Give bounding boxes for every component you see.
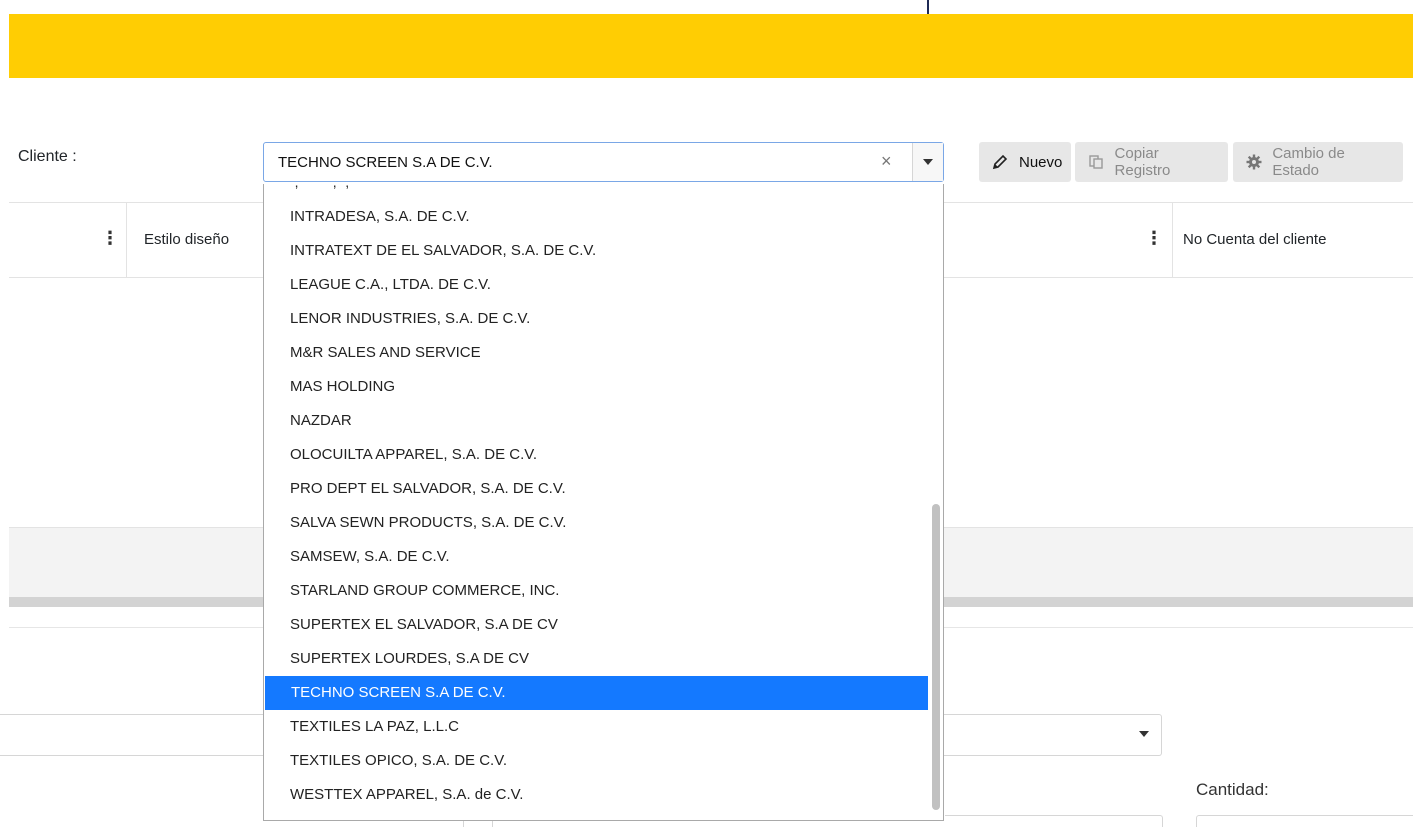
top-divider-line (927, 0, 929, 14)
dropdown-option[interactable]: TEXTILES OPICO, S.A. DE C.V. (264, 744, 928, 778)
gear-icon (1245, 153, 1262, 171)
dropdown-option[interactable]: INTRADESA, S.A. DE C.V. (264, 200, 928, 234)
caret-down-icon (923, 159, 933, 165)
column-separator[interactable] (1172, 203, 1173, 277)
dropdown-scroll-thumb[interactable] (932, 504, 940, 810)
cantidad-input[interactable] (1196, 815, 1413, 827)
dropdown-option[interactable]: PRO DEPT EL SALVADOR, S.A. DE C.V. (264, 472, 928, 506)
copiar-registro-button[interactable]: Copiar Registro (1075, 142, 1228, 182)
dropdown-option[interactable]: STARLAND GROUP COMMERCE, INC. (264, 574, 928, 608)
copy-icon (1087, 153, 1105, 171)
pencil-icon (991, 153, 1009, 171)
dropdown-option[interactable]: INTRATEXT DE EL SALVADOR, S.A. DE C.V. (264, 234, 928, 268)
cliente-label: Cliente : (18, 148, 77, 165)
cambio-estado-button[interactable]: Cambio de Estado (1233, 142, 1403, 182)
nuevo-button[interactable]: Nuevo (979, 142, 1071, 182)
dropdown-option[interactable]: TEXTILES LA PAZ, L.L.C (264, 710, 928, 744)
dropdown-option[interactable]: MAS HOLDING (264, 370, 928, 404)
dropdown-option[interactable]: NAZDAR (264, 404, 928, 438)
dropdown-option[interactable]: SAMSEW, S.A. DE C.V. (264, 540, 928, 574)
partial-list-item[interactable]: -, - - - -, ·, · - · - - (290, 184, 392, 190)
cliente-select[interactable]: TECHNO SCREEN S.A DE C.V. × (263, 142, 944, 182)
cantidad-label: Cantidad: (1196, 780, 1269, 799)
column-header-no-cuenta[interactable]: No Cuenta del cliente (1183, 231, 1326, 248)
dropdown-option[interactable]: WESTTEX APPAREL, S.A. de C.V. (264, 778, 928, 812)
caret-down-icon[interactable] (1139, 731, 1149, 737)
dropdown-option[interactable]: LENOR INDUSTRIES, S.A. DE C.V. (264, 302, 928, 336)
cliente-select-toggle[interactable] (912, 143, 943, 181)
column-separator[interactable] (126, 203, 127, 277)
cliente-select-value: TECHNO SCREEN S.A DE C.V. (278, 154, 493, 171)
dropdown-option[interactable]: OLOCUILTA APPAREL, S.A. DE C.V. (264, 438, 928, 472)
column-menu-icon[interactable]: ⋮ (101, 228, 119, 249)
dropdown-option[interactable]: SALVA SEWN PRODUCTS, S.A. DE C.V. (264, 506, 928, 540)
dropdown-option[interactable]: M&R SALES AND SERVICE (264, 336, 928, 370)
dropdown-option[interactable]: SUPERTEX LOURDES, S.A DE CV (264, 642, 928, 676)
cambio-estado-label: Cambio de Estado (1272, 145, 1345, 179)
column-menu-icon[interactable]: ⋮ (1145, 228, 1163, 249)
cliente-dropdown-list[interactable]: -, - - - -, ·, · - · - - INTRADESA, S.A.… (263, 184, 944, 821)
dropdown-option[interactable]: SUPERTEX EL SALVADOR, S.A DE CV (264, 608, 928, 642)
header-banner (9, 14, 1413, 78)
copiar-registro-label: Copiar Registro (1114, 145, 1171, 179)
bottom-field[interactable] (945, 815, 1163, 827)
dropdown-options: INTRADESA, S.A. DE C.V. INTRATEXT DE EL S… (264, 200, 928, 812)
nuevo-button-label: Nuevo (1019, 153, 1063, 171)
clear-icon[interactable]: × (881, 151, 892, 172)
dropdown-option[interactable]: LEAGUE C.A., LTDA. DE C.V. (264, 268, 928, 302)
page: Cliente : TECHNO SCREEN S.A DE C.V. × Nu… (0, 0, 1413, 827)
column-header-estilo-diseno[interactable]: Estilo diseño (144, 231, 229, 248)
dropdown-option-selected[interactable]: TECHNO SCREEN S.A DE C.V. (265, 676, 928, 710)
